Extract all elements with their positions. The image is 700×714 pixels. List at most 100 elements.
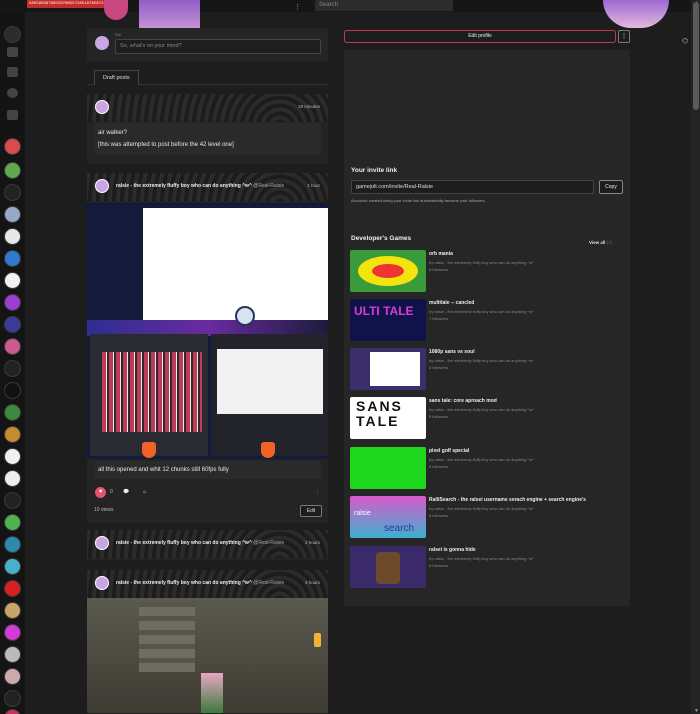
- sidebar-community-6[interactable]: [4, 250, 21, 267]
- author-handle[interactable]: @Real-Ralsie: [253, 183, 284, 189]
- post-menu-icon[interactable]: ⋮: [315, 489, 320, 495]
- sidebar-community-7[interactable]: [4, 272, 21, 289]
- author-name[interactable]: ralsie - the extremely fluffy boy who ca…: [116, 183, 252, 189]
- composer-name: Rai: [115, 32, 122, 37]
- sidebar-community-18[interactable]: [4, 514, 21, 531]
- tab-draft-posts[interactable]: Draft posts: [94, 70, 139, 85]
- sidebar-community-15[interactable]: [4, 448, 21, 465]
- game-item[interactable]: 1080p sans vs soul by ralsie - the extre…: [350, 348, 625, 392]
- post-card[interactable]: ralsie - the extremely fluffy boy who ca…: [87, 530, 328, 560]
- game-title[interactable]: sans tale: core aproach mod: [429, 398, 497, 404]
- author-handle[interactable]: @Real-Ralsie: [253, 580, 284, 586]
- author-handle[interactable]: @Real-Ralsie: [253, 540, 284, 546]
- post-author[interactable]: ralsie - the extremely fluffy boy who ca…: [116, 580, 284, 586]
- game-title[interactable]: ralsei is gonna hide: [429, 547, 476, 553]
- share-icon[interactable]: ⌬: [682, 37, 688, 45]
- sidebar-community-10[interactable]: [4, 338, 21, 355]
- game-item[interactable]: ralsie search RalliSearch - the ralsei u…: [350, 496, 625, 540]
- sidebar-community-9[interactable]: [4, 316, 21, 333]
- game-developer: by ralsie - the extremely fluffy boy who…: [429, 358, 535, 363]
- sidebar-community-22[interactable]: [4, 602, 21, 619]
- thumbnail-text: ralsie: [354, 510, 371, 517]
- game-title[interactable]: RalliSearch - the ralsei username serach…: [429, 497, 586, 503]
- game-thumbnail[interactable]: SANS TALE: [350, 397, 426, 439]
- sidebar-community-16[interactable]: [4, 470, 21, 487]
- game-thumbnail[interactable]: [350, 546, 426, 588]
- view-all-label[interactable]: View all: [589, 240, 605, 245]
- game-developer: by ralsie - the extremely fluffy boy who…: [429, 260, 535, 265]
- edit-post-button[interactable]: Edit: [300, 505, 322, 517]
- game-thumbnail[interactable]: ULTI TALE: [350, 299, 426, 341]
- edit-profile-button[interactable]: Edit profile: [344, 30, 616, 43]
- post-card[interactable]: ralsie - the extremely fluffy boy who ca…: [87, 173, 328, 523]
- sidebar-community-25[interactable]: [4, 668, 21, 685]
- post-author[interactable]: ralsie - the extremely fluffy boy who ca…: [116, 183, 284, 189]
- sidebar-community-19[interactable]: [4, 536, 21, 553]
- sidebar-community-20[interactable]: [4, 558, 21, 575]
- sidebar-community-8[interactable]: [4, 294, 21, 311]
- comment-icon[interactable]: 💬: [123, 489, 129, 495]
- scrollbar-thumb[interactable]: [693, 2, 699, 110]
- sidebar-community-17[interactable]: [4, 492, 21, 509]
- sidebar-community-4[interactable]: [4, 206, 21, 223]
- thumbnail-text: SANS TALE: [356, 398, 403, 429]
- avatar[interactable]: [95, 576, 109, 590]
- avatar[interactable]: [95, 536, 109, 550]
- game-thumbnail[interactable]: [350, 447, 426, 489]
- author-name[interactable]: ralsie - the extremely fluffy boy who ca…: [116, 580, 252, 586]
- sidebar-community-23[interactable]: [4, 624, 21, 641]
- game-title[interactable]: orb mania: [429, 251, 453, 257]
- author-name[interactable]: ralsie - the extremely fluffy boy who ca…: [116, 540, 252, 546]
- search-input[interactable]: Search: [315, 0, 453, 11]
- sidebar-community-26[interactable]: [4, 690, 21, 707]
- games-title: Developer's Games: [351, 235, 412, 242]
- game-item[interactable]: SANS TALE sans tale: core aproach mod by…: [350, 397, 625, 441]
- sidebar-community-2[interactable]: [4, 162, 21, 179]
- profile-menu-button[interactable]: ⋮: [618, 30, 630, 43]
- sidebar-community-27[interactable]: [4, 709, 21, 714]
- sidebar-community-1[interactable]: [4, 138, 21, 155]
- page-scrollbar[interactable]: ▲ ▼: [691, 0, 700, 714]
- scroll-down-icon[interactable]: ▼: [694, 708, 699, 714]
- view-all-link[interactable]: View all (7): [589, 240, 612, 245]
- sticker-icon[interactable]: ☺: [142, 489, 147, 495]
- post-card[interactable]: 19 minutes air walker? [this was attempt…: [87, 94, 328, 164]
- sidebar-community-11[interactable]: [4, 360, 21, 377]
- sidebar-item-cart[interactable]: [7, 67, 18, 77]
- post-time: 2 hours: [304, 540, 320, 545]
- copy-button[interactable]: Copy: [599, 180, 623, 194]
- game-title[interactable]: multitale -- cancled: [429, 300, 474, 306]
- sidebar-community-21[interactable]: [4, 580, 21, 597]
- profile-avatar[interactable]: [603, 0, 669, 28]
- game-item[interactable]: ralsei is gonna hide by ralsie - the ext…: [350, 546, 625, 590]
- game-title[interactable]: 1080p sans vs soul: [429, 349, 475, 355]
- sidebar-community-24[interactable]: [4, 646, 21, 663]
- post-image[interactable]: [87, 598, 328, 713]
- game-thumbnail[interactable]: [350, 250, 426, 292]
- invite-link-field[interactable]: gamejolt.com/invite/Real-Ralsie: [351, 180, 594, 194]
- sidebar-item-chat[interactable]: [7, 88, 18, 98]
- sidebar-community-5[interactable]: [4, 228, 21, 245]
- avatar[interactable]: [95, 100, 109, 114]
- sidebar-community-14[interactable]: [4, 426, 21, 443]
- post-author[interactable]: ralsie - the extremely fluffy boy who ca…: [116, 540, 284, 546]
- game-title[interactable]: pixel golf special: [429, 448, 469, 454]
- like-icon[interactable]: ♥: [95, 487, 106, 498]
- game-item[interactable]: ULTI TALE multitale -- cancled by ralsie…: [350, 299, 625, 343]
- game-thumbnail[interactable]: [350, 348, 426, 390]
- sidebar-item-home[interactable]: [4, 26, 21, 43]
- sidebar-community-12[interactable]: [4, 382, 21, 399]
- composer-input[interactable]: So, what's on your mind?: [115, 39, 321, 54]
- sidebar-community-3[interactable]: [4, 184, 21, 201]
- sidebar-item-store[interactable]: [7, 47, 18, 57]
- avatar[interactable]: [95, 179, 109, 193]
- game-thumbnail[interactable]: ralsie search: [350, 496, 426, 538]
- game-followers: 7 followers: [429, 316, 449, 321]
- sidebar-item-library[interactable]: [7, 110, 18, 120]
- post-card[interactable]: ralsie - the extremely fluffy boy who ca…: [87, 570, 328, 714]
- more-icon[interactable]: ⋮: [294, 3, 301, 11]
- game-item[interactable]: orb mania by ralsie - the extremely fluf…: [350, 250, 625, 294]
- game-item[interactable]: pixel golf special by ralsie - the extre…: [350, 447, 625, 491]
- sidebar-community-13[interactable]: [4, 404, 21, 421]
- post-image[interactable]: [87, 203, 328, 459]
